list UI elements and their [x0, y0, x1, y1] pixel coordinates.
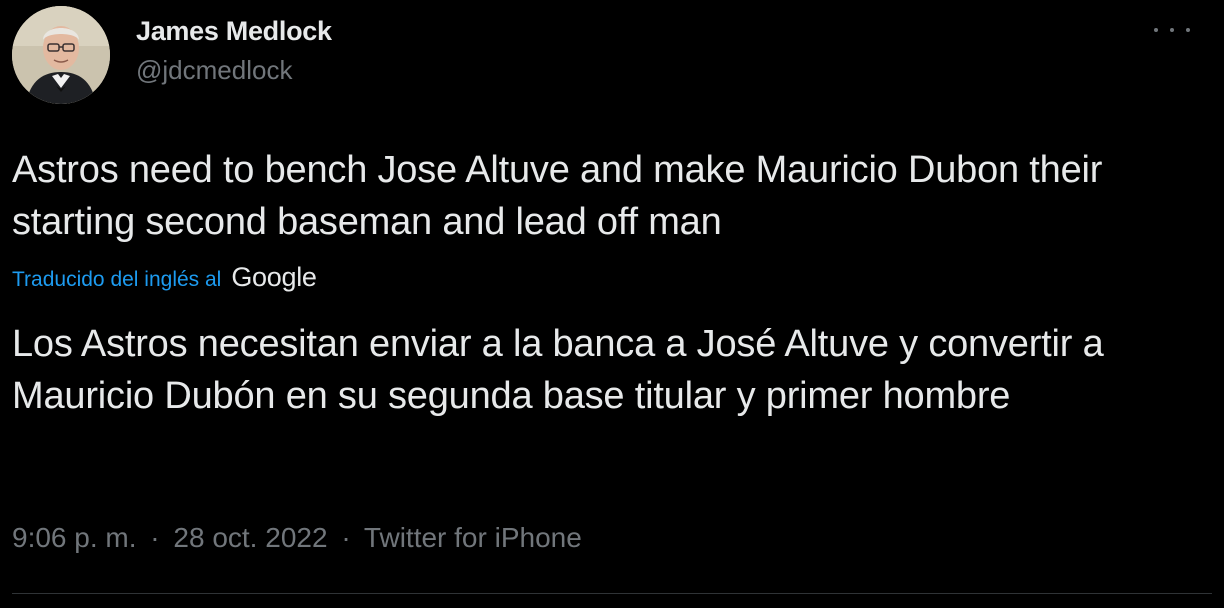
author-block[interactable]: James Medlock @jdcmedlock — [136, 14, 332, 86]
more-dot — [1186, 28, 1190, 32]
tweet-meta: 9:06 p. m. · 28 oct. 2022 · Twitter for … — [12, 520, 582, 556]
google-logo: Google — [231, 262, 317, 292]
tweet-date[interactable]: 28 oct. 2022 — [173, 522, 327, 553]
more-horizontal-icon[interactable] — [1154, 20, 1190, 40]
profile-photo-icon — [12, 6, 110, 104]
meta-separator: · — [341, 522, 351, 553]
divider — [12, 593, 1212, 594]
meta-separator: · — [150, 522, 160, 553]
avatar[interactable] — [12, 6, 110, 104]
author-display-name[interactable]: James Medlock — [136, 14, 332, 48]
tweet-text-original: Astros need to bench Jose Altuve and mak… — [12, 149, 1103, 243]
translation-attribution[interactable]: Traducido del inglés al Google — [12, 262, 317, 293]
more-dot — [1170, 28, 1174, 32]
tweet-source[interactable]: Twitter for iPhone — [364, 522, 582, 553]
author-handle[interactable]: @jdcmedlock — [136, 54, 332, 86]
tweet-time[interactable]: 9:06 p. m. — [12, 522, 137, 553]
tweet-card: James Medlock @jdcmedlock Astros need to… — [0, 0, 1224, 608]
more-dot — [1154, 28, 1158, 32]
translation-label[interactable]: Traducido del inglés al — [12, 268, 221, 292]
tweet-text-translated: Los Astros necesitan enviar a la banca a… — [12, 323, 1104, 417]
